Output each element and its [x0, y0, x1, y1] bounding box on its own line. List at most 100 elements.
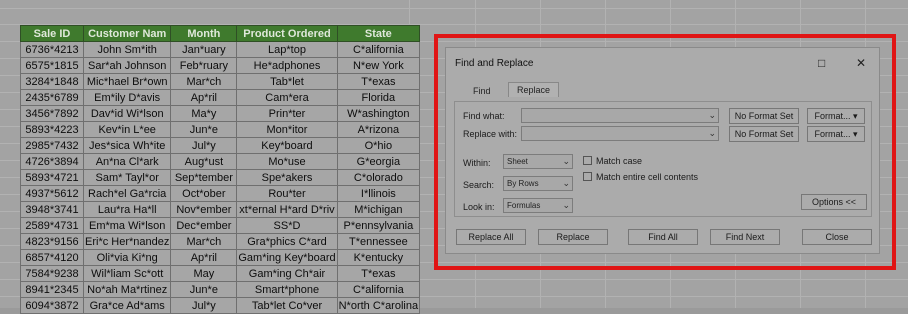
format-replace-button[interactable]: Format... ▾: [807, 126, 865, 142]
table-cell[interactable]: He*adphones: [236, 57, 338, 74]
table-cell[interactable]: Oct*ober: [170, 185, 238, 202]
table-cell[interactable]: Em*ma Wi*lson: [82, 217, 172, 234]
table-cell[interactable]: Lap*top: [236, 41, 338, 58]
replace-with-input[interactable]: ⌄: [521, 126, 719, 141]
table-cell[interactable]: John Sm*ith: [82, 41, 172, 58]
table-cell[interactable]: Oli*via Ki*ng: [82, 249, 172, 266]
table-cell[interactable]: C*olorado: [336, 169, 421, 186]
table-cell[interactable]: 6094*3872: [20, 297, 84, 314]
table-cell[interactable]: Kev*in L*ee: [82, 121, 172, 138]
table-cell[interactable]: 2985*7432: [20, 137, 84, 154]
find-next-button[interactable]: Find Next: [710, 229, 780, 245]
table-cell[interactable]: 8941*2345: [20, 281, 84, 298]
table-cell[interactable]: 6857*4120: [20, 249, 84, 266]
chevron-down-icon[interactable]: ⌄: [708, 110, 716, 121]
table-cell[interactable]: Spe*akers: [236, 169, 338, 186]
table-cell[interactable]: I*llinois: [336, 185, 421, 202]
table-cell[interactable]: 3284*1848: [20, 73, 84, 90]
table-cell[interactable]: T*exas: [336, 265, 421, 282]
maximize-icon[interactable]: □: [818, 56, 825, 70]
close-icon[interactable]: ✕: [856, 56, 866, 70]
table-cell[interactable]: Jul*y: [170, 137, 238, 154]
table-cell[interactable]: C*alifornia: [336, 281, 421, 298]
table-cell[interactable]: Tab*let Co*ver: [236, 297, 338, 314]
table-cell[interactable]: Nov*ember: [170, 201, 238, 218]
table-cell[interactable]: Florida: [336, 89, 421, 106]
table-cell[interactable]: Em*ily D*avis: [82, 89, 172, 106]
table-cell[interactable]: W*ashington: [336, 105, 421, 122]
look-in-select[interactable]: Formulas ⌄: [503, 198, 573, 213]
table-cell[interactable]: SS*D: [236, 217, 338, 234]
format-find-button[interactable]: Format... ▾: [807, 108, 865, 124]
chevron-down-icon[interactable]: ⌄: [562, 200, 570, 211]
table-cell[interactable]: P*ennsylvania: [336, 217, 421, 234]
table-cell[interactable]: Cam*era: [236, 89, 338, 106]
table-cell[interactable]: Eri*c Her*nandez: [82, 233, 172, 250]
options-button[interactable]: Options <<: [801, 194, 867, 210]
table-cell[interactable]: Dec*ember: [170, 217, 238, 234]
table-cell[interactable]: An*na Cl*ark: [82, 153, 172, 170]
replace-button[interactable]: Replace: [538, 229, 608, 245]
chevron-down-icon[interactable]: ⌄: [708, 128, 716, 139]
table-cell[interactable]: Dav*id Wi*lson: [82, 105, 172, 122]
table-cell[interactable]: Gra*ce Ad*ams: [82, 297, 172, 314]
find-what-input[interactable]: ⌄: [521, 108, 719, 123]
table-cell[interactable]: 6575*1815: [20, 57, 84, 74]
table-cell[interactable]: Jan*uary: [170, 41, 238, 58]
header-cell[interactable]: State: [336, 25, 421, 42]
close-button[interactable]: Close: [802, 229, 872, 245]
table-cell[interactable]: Rach*el Ga*rcia: [82, 185, 172, 202]
table-cell[interactable]: Mar*ch: [170, 73, 238, 90]
table-cell[interactable]: Rou*ter: [236, 185, 338, 202]
table-cell[interactable]: 7584*9238: [20, 265, 84, 282]
table-cell[interactable]: T*ennessee: [336, 233, 421, 250]
table-cell[interactable]: Sam* Tayl*or: [82, 169, 172, 186]
table-cell[interactable]: Feb*ruary: [170, 57, 238, 74]
table-cell[interactable]: Tab*let: [236, 73, 338, 90]
table-cell[interactable]: 5893*4223: [20, 121, 84, 138]
table-cell[interactable]: 4726*3894: [20, 153, 84, 170]
table-cell[interactable]: 3948*3741: [20, 201, 84, 218]
table-cell[interactable]: 5893*4721: [20, 169, 84, 186]
table-cell[interactable]: Mon*itor: [236, 121, 338, 138]
within-select[interactable]: Sheet ⌄: [503, 154, 573, 169]
header-cell[interactable]: Product Ordered: [236, 25, 338, 42]
table-cell[interactable]: O*hio: [336, 137, 421, 154]
search-select[interactable]: By Rows ⌄: [503, 176, 573, 191]
table-cell[interactable]: Mic*hael Br*own: [82, 73, 172, 90]
table-cell[interactable]: 2589*4731: [20, 217, 84, 234]
chevron-down-icon[interactable]: ⌄: [562, 178, 570, 189]
table-cell[interactable]: Ap*ril: [170, 89, 238, 106]
find-all-button[interactable]: Find All: [628, 229, 698, 245]
table-cell[interactable]: Wil*liam Sc*ott: [82, 265, 172, 282]
table-cell[interactable]: Gra*phics C*ard: [236, 233, 338, 250]
table-cell[interactable]: Jul*y: [170, 297, 238, 314]
table-cell[interactable]: Ma*y: [170, 105, 238, 122]
match-entire-checkbox[interactable]: [583, 172, 592, 181]
table-cell[interactable]: Prin*ter: [236, 105, 338, 122]
tab-replace[interactable]: Replace: [508, 82, 560, 97]
table-cell[interactable]: No*ah Ma*rtinez: [82, 281, 172, 298]
table-cell[interactable]: Sar*ah Johnson: [82, 57, 172, 74]
header-cell[interactable]: Customer Nam: [82, 25, 172, 42]
table-cell[interactable]: Jun*e: [170, 281, 238, 298]
header-cell[interactable]: Sale ID: [20, 25, 84, 42]
table-cell[interactable]: Aug*ust: [170, 153, 238, 170]
table-cell[interactable]: Jes*sica Wh*ite: [82, 137, 172, 154]
table-cell[interactable]: Key*board: [236, 137, 338, 154]
table-cell[interactable]: 4937*5612: [20, 185, 84, 202]
header-cell[interactable]: Month: [170, 25, 238, 42]
table-cell[interactable]: K*entucky: [336, 249, 421, 266]
table-cell[interactable]: Ap*ril: [170, 249, 238, 266]
match-case-checkbox[interactable]: [583, 156, 592, 165]
chevron-down-icon[interactable]: ⌄: [562, 156, 570, 167]
table-cell[interactable]: Gam*ing Ch*air: [236, 265, 338, 282]
table-cell[interactable]: Sep*tember: [170, 169, 238, 186]
table-cell[interactable]: xt*ernal H*ard D*riv: [236, 201, 338, 218]
table-cell[interactable]: 2435*6789: [20, 89, 84, 106]
table-cell[interactable]: T*exas: [336, 73, 421, 90]
table-cell[interactable]: Lau*ra Ha*ll: [82, 201, 172, 218]
replace-all-button[interactable]: Replace All: [456, 229, 526, 245]
tab-find[interactable]: Find: [473, 86, 491, 96]
table-cell[interactable]: 6736*4213: [20, 41, 84, 58]
